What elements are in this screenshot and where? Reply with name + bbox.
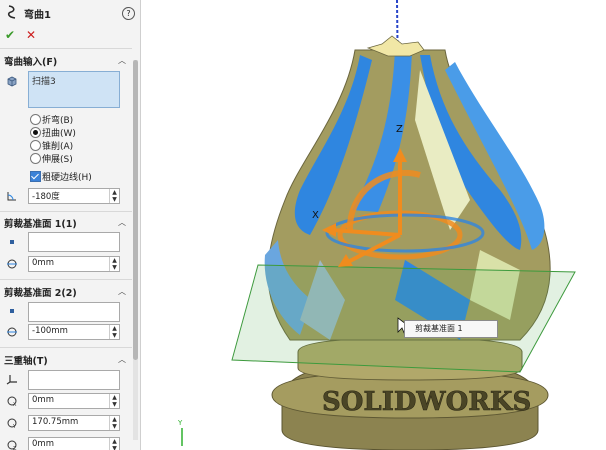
triad-x-label: X xyxy=(312,210,319,221)
trim-plane xyxy=(231,264,576,373)
model-view: X Z SOLIDWORKS Y xyxy=(177,0,576,450)
tooltip-text: 剪裁基准面 1 xyxy=(415,324,463,333)
reference-triad-y-label: Y xyxy=(177,419,183,427)
triad-z-label: Z xyxy=(396,124,403,135)
model-engraved-text: SOLIDWORKS xyxy=(322,387,531,417)
trim-plane-tooltip: 剪裁基准面 1 xyxy=(404,320,498,338)
